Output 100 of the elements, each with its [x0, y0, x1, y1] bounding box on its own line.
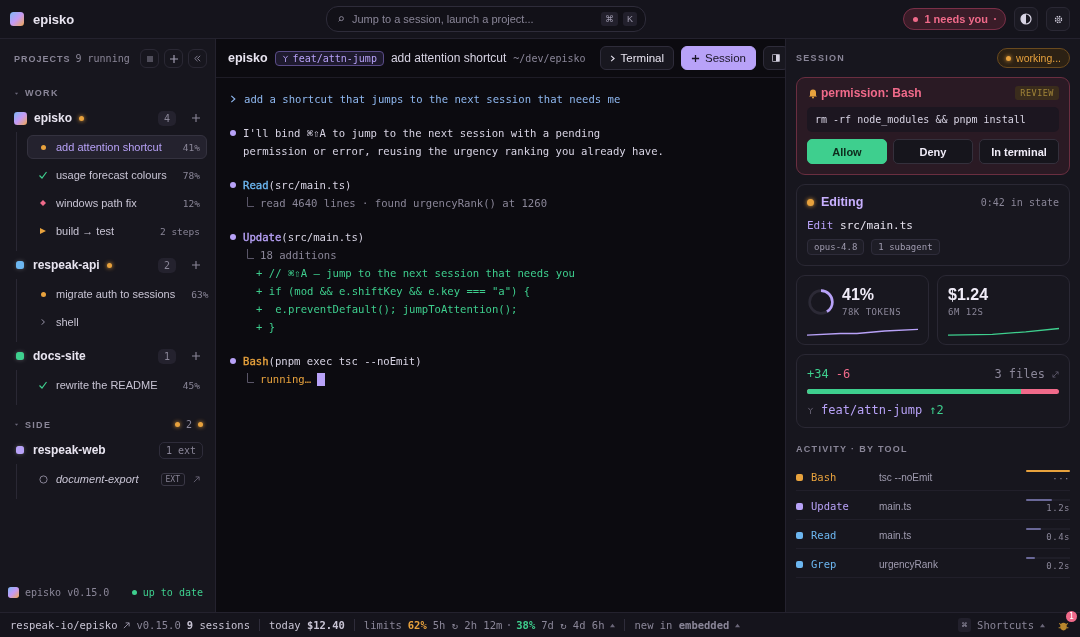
session-item[interactable]: rewrite the README 45% [27, 373, 207, 397]
state-label: Editing [821, 195, 864, 209]
added-count: +34 [807, 367, 829, 381]
elapsed-caption: 6M 12S [948, 307, 985, 317]
caret-icon[interactable] [14, 90, 19, 96]
add-session-button[interactable] [189, 351, 203, 361]
user-prompt: add a shortcut that jumps to the next session that needs me [244, 92, 621, 107]
app-logo-icon [8, 587, 19, 598]
news-label[interactable]: new in embedded [634, 619, 730, 631]
session-item[interactable]: migrate auth to sessions 63% [27, 282, 207, 306]
progress-ring [807, 287, 835, 316]
notification-badge: 1 [1066, 610, 1077, 622]
tree-branch-icon [246, 249, 254, 261]
current-action: Edit src/main.ts [807, 219, 914, 232]
tool-call: Update(src/main.ts) [243, 230, 365, 245]
session-item[interactable]: build → test 2 steps [27, 219, 207, 243]
session-count-badge: 1 ext [158, 441, 203, 459]
settings-button[interactable] [1046, 7, 1070, 31]
attention-dot [174, 422, 180, 427]
chevron-icon [609, 53, 616, 63]
repo-link[interactable]: respeak-io/episko [10, 619, 118, 631]
attention-button[interactable]: 1 needs you [903, 8, 1006, 30]
tokens-percent: 41% [842, 286, 876, 304]
plus-icon [168, 53, 179, 64]
session-item[interactable]: windows path fix 12% [27, 191, 207, 215]
tree-branch-icon [246, 197, 254, 209]
caret-up-icon[interactable] [735, 622, 741, 628]
bullet-icon [230, 130, 236, 136]
status-dot-icon [40, 291, 46, 297]
plus-icon [691, 53, 701, 63]
tool-name: Read [811, 529, 838, 541]
project-name[interactable]: docs-site [33, 349, 86, 363]
permission-button[interactable]: Deny [893, 139, 973, 164]
search-input[interactable]: Jump to a session, launch a project... [350, 12, 596, 26]
session-count-badge: 4 [157, 110, 176, 126]
settings-icon [1052, 13, 1064, 25]
key-hint: ⌘ [601, 12, 618, 26]
external-tag: EXT [160, 472, 185, 486]
bell-icon [807, 87, 819, 99]
branch-name: feat/attn-jump [821, 403, 923, 417]
path-label: ~/dev/episko [513, 52, 586, 64]
limits-label: limits [363, 619, 402, 631]
double-chevron-icon [193, 54, 202, 63]
limit-window: 7d ↻ 4d 6h [541, 619, 605, 631]
play-icon [39, 227, 47, 235]
project-name[interactable]: respeak-api [33, 258, 100, 272]
state-time: 0:42 in state [980, 196, 1059, 208]
circle-icon [38, 474, 48, 484]
limit-percent: 62% [407, 619, 427, 631]
bullet-icon [230, 182, 236, 188]
search-bar[interactable]: Jump to a session, launch a project... ⌘ K [326, 6, 646, 32]
contrast-icon [1020, 13, 1032, 25]
check-icon [38, 170, 48, 180]
group-count: 2 [185, 419, 192, 430]
project-name[interactable]: episko [34, 111, 72, 125]
info-tag: opus-4.8 [807, 239, 865, 255]
session-item[interactable]: usage forecast colours 78% [27, 163, 207, 187]
external-link-icon[interactable] [193, 475, 200, 483]
expand-icon[interactable] [1052, 370, 1059, 378]
theme-toggle-button[interactable] [1014, 7, 1038, 31]
plus-icon [191, 113, 201, 123]
project-title: episko [228, 51, 268, 65]
terminal-button[interactable]: Terminal [599, 46, 675, 70]
add-session-button[interactable] [189, 113, 203, 123]
assistant-message: I'll bind ⌘⇧A to jump to the next session with a pending permission or error, reusing the urgency ranking you already have. [243, 126, 665, 159]
tool-result: read 4640 lines · found urgencyRank() at 1260 [260, 196, 547, 211]
permission-button[interactable]: In terminal [979, 139, 1059, 164]
duration: 0.2s [1046, 561, 1070, 571]
limit-window: 5h ↻ 2h 12m [432, 619, 503, 631]
tool-call: Read(src/main.ts) [243, 178, 352, 193]
session-item[interactable]: add attention shortcut 41% [27, 135, 207, 159]
tool-name: Bash [811, 471, 838, 483]
shortcuts-button[interactable]: Shortcuts [977, 619, 1034, 631]
command-block: rm -rf node_modules && pnpm install [807, 107, 1059, 132]
permission-button[interactable]: Allow [807, 139, 887, 164]
session-item[interactable]: shell [27, 310, 207, 334]
branch-tag[interactable]: feat/attn-jump [274, 50, 384, 66]
app-logo-icon [10, 12, 24, 26]
tree-branch-icon [246, 373, 254, 385]
sessions-count: 9 sessions [186, 619, 250, 631]
add-project-button[interactable] [164, 49, 183, 68]
filter-button[interactable] [140, 49, 159, 68]
session-item[interactable]: document-export EXT [27, 467, 207, 491]
limit-percent: 38% [516, 619, 536, 631]
project-name[interactable]: respeak-web [33, 443, 106, 457]
caret-icon[interactable] [14, 422, 19, 427]
diff-line: + e.preventDefault(); jumpToAttention(); [255, 302, 519, 317]
diff-line: + } [255, 320, 277, 335]
add-session-button[interactable] [189, 260, 203, 270]
collapse-sidebar-button[interactable] [188, 49, 207, 68]
caret-up-icon[interactable] [1040, 622, 1045, 628]
new-session-button[interactable]: Session [681, 46, 756, 70]
tool-result: running… [260, 372, 312, 387]
tool-call: Bash(pnpm exec tsc --noEmit) [243, 354, 422, 369]
tool-target: main.ts [879, 500, 912, 512]
key-hint: ⌘ [957, 618, 972, 632]
diff-line: + if (mod && e.shiftKey && e.key === "a") { [255, 284, 532, 299]
status-badge: working... [997, 48, 1070, 68]
caret-up-icon[interactable] [610, 622, 616, 628]
removed-count: -6 [835, 367, 851, 381]
